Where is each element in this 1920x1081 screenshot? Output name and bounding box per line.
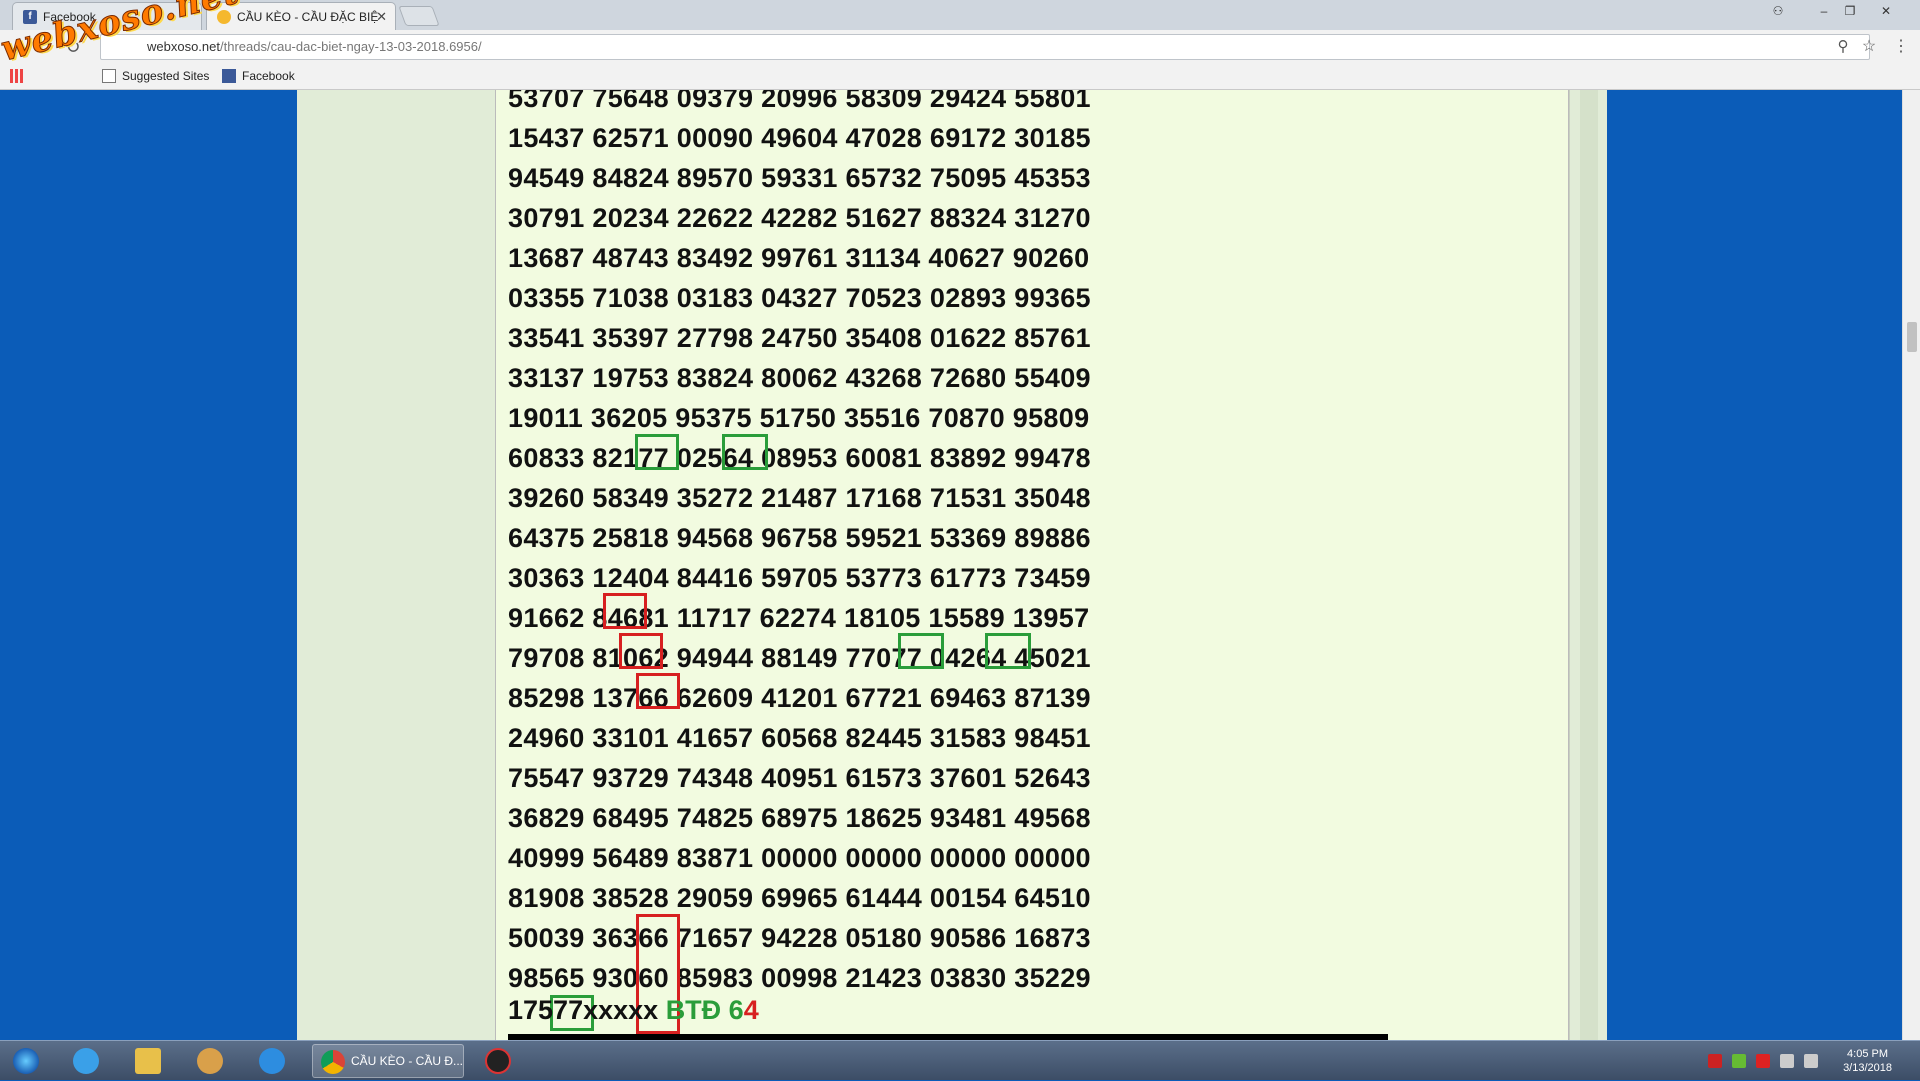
number-row: 33541 35397 27798 24750 35408 01622 8576… bbox=[508, 323, 1091, 353]
number-row: 50039 36366 71657 94228 05180 90586 1687… bbox=[508, 923, 1091, 953]
number-row: 60833 82177 02564 08953 60081 83892 9947… bbox=[508, 443, 1091, 473]
apps-icon[interactable] bbox=[10, 69, 30, 83]
highlight-box-red bbox=[636, 673, 680, 709]
zoom-icon[interactable]: ⚲ bbox=[1832, 36, 1854, 58]
nvidia-icon[interactable] bbox=[1732, 1054, 1746, 1068]
scrollbar-thumb[interactable] bbox=[1907, 322, 1917, 352]
new-tab-button[interactable] bbox=[398, 6, 440, 26]
highlight-box-green bbox=[985, 633, 1031, 669]
number-row: 85298 13766 62609 41201 67721 69463 8713… bbox=[508, 683, 1091, 713]
number-row: 15437 62571 00090 49604 47028 69172 3018… bbox=[508, 123, 1091, 153]
menu-icon[interactable]: ⋮ bbox=[1890, 36, 1912, 58]
page-icon bbox=[102, 69, 116, 83]
number-row: 33137 19753 83824 80062 43268 72680 5540… bbox=[508, 363, 1091, 393]
bookmarks-bar: Suggested Sites Facebook bbox=[0, 64, 1920, 90]
address-domain: webxoso.net bbox=[147, 39, 220, 54]
paint-icon[interactable] bbox=[188, 1045, 232, 1077]
antivirus-icon[interactable] bbox=[1756, 1054, 1770, 1068]
bookmark-facebook[interactable]: Facebook bbox=[222, 69, 295, 83]
btd-last-digit: 4 bbox=[743, 995, 759, 1025]
address-path: /threads/cau-dac-biet-ngay-13-03-2018.69… bbox=[220, 39, 482, 54]
highlight-box-green bbox=[722, 434, 768, 470]
number-row: 19011 36205 95375 51750 35516 70870 9580… bbox=[508, 403, 1090, 433]
number-row: 39260 58349 35272 21487 17168 71531 3504… bbox=[508, 483, 1091, 513]
number-row: 75547 93729 74348 40951 61573 37601 5264… bbox=[508, 763, 1091, 793]
chrome-taskbar-item[interactable]: CẦU KÈO - CẦU Đ... bbox=[312, 1044, 464, 1078]
facebook-icon bbox=[222, 69, 236, 83]
minimize-button[interactable]: – bbox=[1812, 2, 1836, 20]
file-explorer-icon[interactable] bbox=[126, 1045, 170, 1077]
number-row: 13687 48743 83492 99761 31134 40627 9026… bbox=[508, 243, 1090, 273]
clock-date: 3/13/2018 bbox=[1843, 1062, 1892, 1074]
number-row: 36829 68495 74825 68975 18625 93481 4956… bbox=[508, 803, 1091, 833]
bookmark-suggested-sites[interactable]: Suggested Sites bbox=[102, 69, 209, 83]
number-row: 30363 12404 84416 59705 53773 61773 7345… bbox=[508, 563, 1091, 593]
volume-icon[interactable] bbox=[1804, 1054, 1818, 1068]
chrome-icon bbox=[321, 1050, 345, 1074]
app-icon[interactable] bbox=[250, 1045, 294, 1077]
restore-button[interactable]: ❐ bbox=[1838, 2, 1862, 20]
highlight-box-green bbox=[898, 633, 944, 669]
close-window-button[interactable]: ✕ bbox=[1874, 2, 1898, 20]
number-row: 81908 38528 29059 69965 61444 00154 6451… bbox=[508, 883, 1091, 913]
internet-explorer-icon[interactable] bbox=[64, 1045, 108, 1077]
user-icon[interactable]: ⚇ bbox=[1766, 2, 1790, 20]
number-row: 30791 20234 22622 42282 51627 88324 3127… bbox=[508, 203, 1091, 233]
browser-chrome: f Facebook CẦU KÈO - CẦU ĐẶC BIỆ ✕ ⚇ – ❐… bbox=[0, 0, 1920, 90]
number-row: 53707 75648 09379 20996 58309 29424 5580… bbox=[508, 90, 1091, 113]
highlight-box-red bbox=[603, 593, 647, 629]
page-viewport: 53707 75648 09379 20996 58309 29424 5580… bbox=[0, 90, 1920, 1040]
number-grid: 53707 75648 09379 20996 58309 29424 5580… bbox=[508, 90, 1091, 998]
number-row: 91662 84681 11717 62274 18105 15589 1395… bbox=[508, 603, 1090, 633]
close-icon[interactable]: ✕ bbox=[376, 9, 387, 25]
tab-label: CẦU KÈO - CẦU ĐẶC BIỆ bbox=[237, 9, 379, 24]
start-button[interactable] bbox=[4, 1045, 48, 1077]
vertical-scrollbar[interactable] bbox=[1902, 90, 1920, 1040]
chrome-task-label: CẦU KÈO - CẦU Đ... bbox=[351, 1054, 464, 1068]
highlight-box-green bbox=[635, 434, 679, 470]
garena-icon[interactable] bbox=[476, 1045, 520, 1077]
toolbar: ← → ↻ webxoso.net/threads/cau-dac-biet-n… bbox=[0, 30, 1920, 64]
bookmark-star-icon[interactable]: ☆ bbox=[1858, 36, 1880, 58]
tab-bar: f Facebook CẦU KÈO - CẦU ĐẶC BIỆ ✕ ⚇ – ❐… bbox=[0, 0, 1920, 30]
left-sidebar bbox=[297, 90, 495, 1040]
address-bar[interactable]: webxoso.net/threads/cau-dac-biet-ngay-13… bbox=[100, 34, 1870, 60]
number-row: 24960 33101 41657 60568 82445 31583 9845… bbox=[508, 723, 1091, 753]
prediction-digits: 17577xxxxx bbox=[508, 995, 659, 1025]
btd-label: BTĐ 6 bbox=[665, 995, 744, 1025]
bookmark-label: Facebook bbox=[242, 69, 295, 83]
number-row: 40999 56489 83871 00000 00000 00000 0000… bbox=[508, 843, 1091, 873]
highlight-box-red bbox=[619, 633, 663, 669]
tray-app-icon[interactable] bbox=[1708, 1054, 1722, 1068]
clock-time: 4:05 PM bbox=[1847, 1048, 1889, 1060]
prediction-line: 17577xxxxx BTĐ 64 bbox=[508, 990, 759, 1030]
number-row: 94549 84824 89570 59331 65732 75095 4535… bbox=[508, 163, 1091, 193]
right-gutter bbox=[1569, 90, 1607, 1040]
bookmark-label: Suggested Sites bbox=[122, 69, 210, 83]
number-row: 64375 25818 94568 96758 59521 53369 8988… bbox=[508, 523, 1091, 553]
number-row: 03355 71038 03183 04327 70523 02893 9936… bbox=[508, 283, 1091, 313]
taskbar: CẦU KÈO - CẦU Đ... 4:05 PM 3/13/2018 bbox=[0, 1040, 1920, 1080]
clock[interactable]: 4:05 PM 3/13/2018 bbox=[1843, 1047, 1892, 1075]
network-icon[interactable] bbox=[1780, 1054, 1794, 1068]
